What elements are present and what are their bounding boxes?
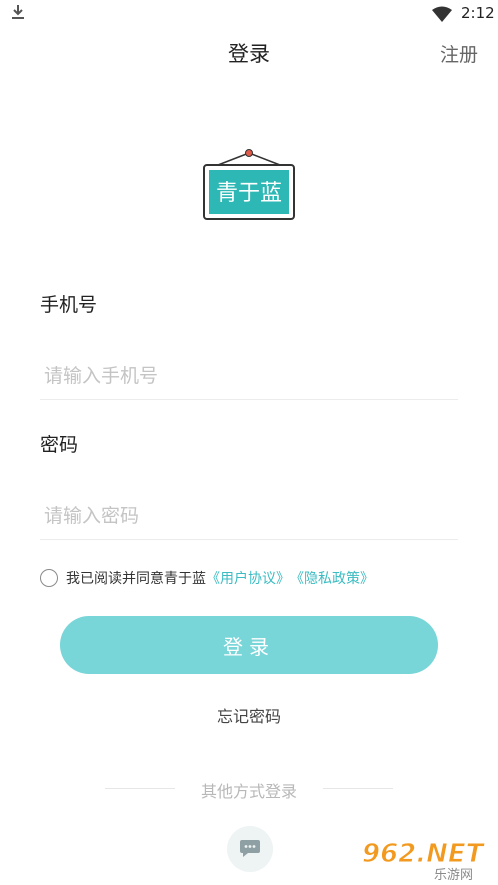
forgot-password-link[interactable]: 忘记密码	[217, 707, 281, 726]
register-button[interactable]: 注册	[440, 40, 478, 67]
phone-input[interactable]	[40, 352, 458, 400]
other-login-label: 其他方式登录	[200, 782, 297, 801]
password-label: 密码	[40, 434, 79, 456]
privacy-policy-link[interactable]: 《隐私政策》	[290, 568, 374, 588]
wechat-login-button[interactable]	[227, 826, 273, 872]
site-watermark: 962.NET 乐游网	[362, 839, 486, 883]
forgot-password-row: 忘记密码	[0, 703, 498, 727]
status-time: 2:12	[461, 4, 495, 22]
agreement-row: 我已阅读并同意青于蓝 《用户协议》 《隐私政策》	[40, 566, 374, 590]
password-input[interactable]	[40, 492, 458, 540]
watermark-subtext: 乐游网	[434, 868, 473, 882]
download-icon	[12, 5, 24, 19]
message-icon	[240, 840, 260, 857]
watermark-text: 962.NET	[362, 839, 486, 869]
divider-right	[323, 788, 393, 789]
logo-text: 青于蓝	[216, 181, 282, 206]
login-button[interactable]: 登录	[60, 616, 438, 674]
app-logo: 青于蓝	[203, 149, 295, 220]
other-login-divider: 其他方式登录	[0, 778, 498, 801]
user-agreement-link[interactable]: 《用户协议》	[206, 568, 290, 588]
page-title: 登录	[228, 42, 270, 66]
wifi-icon	[432, 6, 452, 22]
agreement-checkbox[interactable]	[40, 569, 58, 587]
status-bar: 2:12	[0, 0, 498, 28]
phone-label: 手机号	[40, 294, 98, 316]
agreement-text: 我已阅读并同意青于蓝	[66, 571, 206, 587]
